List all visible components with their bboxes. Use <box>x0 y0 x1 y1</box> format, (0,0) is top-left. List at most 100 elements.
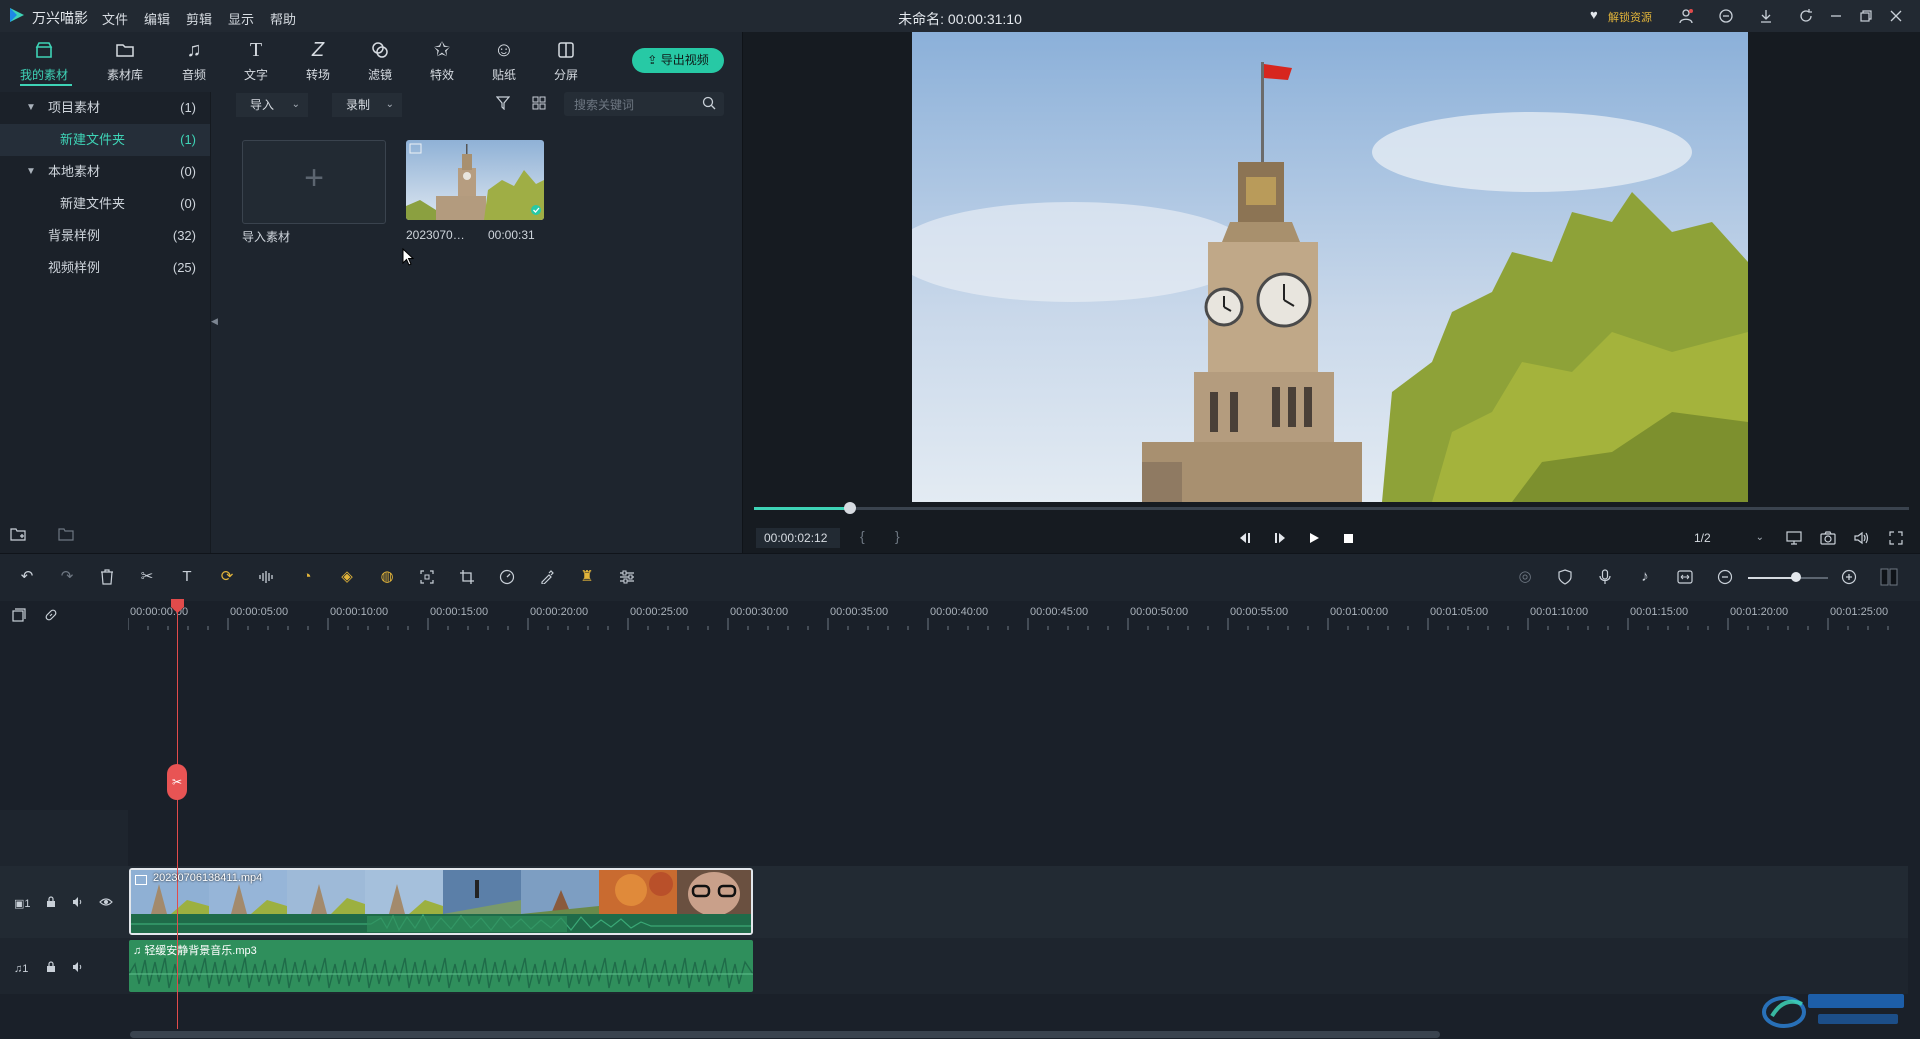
eye-icon[interactable] <box>99 896 113 911</box>
link-icon[interactable] <box>44 608 58 625</box>
tree-item-local-media[interactable]: ▼ 本地素材 (0) <box>0 156 210 188</box>
fit-timeline-icon[interactable] <box>1674 566 1696 588</box>
previous-frame-icon[interactable] <box>1235 528 1255 548</box>
unlock-resources-button[interactable]: ♥ 解锁资源 <box>1590 7 1664 25</box>
download-icon[interactable] <box>1756 6 1776 26</box>
cut-scissors-icon[interactable]: ✂ <box>136 566 158 588</box>
record-dropdown[interactable]: 录制 ⌄ <box>332 93 402 117</box>
playback-resolution-select[interactable]: 1/2 ⌄ <box>1694 528 1764 548</box>
tab-text[interactable]: T 文字 <box>226 36 286 83</box>
keyframe-icon[interactable]: ◈ <box>336 566 358 588</box>
redo-icon[interactable]: ↷ <box>56 566 78 588</box>
feedback-icon[interactable] <box>1716 6 1736 26</box>
tree-item-count: (32) <box>172 228 196 243</box>
next-frame-icon[interactable] <box>1270 528 1290 548</box>
lock-icon[interactable] <box>46 961 56 976</box>
play-icon[interactable] <box>1304 528 1324 548</box>
ruler-tick-label: 00:00:55:00 <box>1230 606 1289 618</box>
playhead-handle[interactable] <box>171 599 184 613</box>
mark-in-button[interactable]: { <box>860 528 865 544</box>
stop-icon[interactable] <box>1338 528 1358 548</box>
grid-view-icon[interactable] <box>532 96 546 113</box>
audio-mixer-icon[interactable]: ♪ <box>1634 566 1656 588</box>
speaker-icon[interactable] <box>72 896 84 911</box>
audio-clip[interactable]: ♫ 轻缓安静背景音乐.mp3 <box>129 940 753 992</box>
caret-down-icon[interactable]: ▼ <box>26 156 36 188</box>
color-palette-icon[interactable]: ◍ <box>376 566 398 588</box>
timeline-horizontal-scrollbar[interactable] <box>130 1031 1440 1038</box>
export-video-button[interactable]: ⇪ 导出视频 <box>632 48 724 73</box>
ruler-tick-label: 00:01:20:00 <box>1730 606 1789 618</box>
tab-transition[interactable]: Z 转场 <box>288 36 348 83</box>
fullscreen-icon[interactable] <box>1886 528 1906 548</box>
text-icon: T <box>249 39 263 61</box>
tree-item-background-samples[interactable]: 背景样例 (32) <box>0 220 210 252</box>
playhead-line[interactable] <box>177 601 178 1029</box>
zoom-out-icon[interactable] <box>1714 566 1736 588</box>
video-clip[interactable]: 20230706138411.mp4 <box>129 868 753 935</box>
folder-outline-icon[interactable] <box>58 527 74 541</box>
speaker-icon[interactable] <box>72 961 84 976</box>
preview-frame <box>912 32 1748 502</box>
caret-down-icon[interactable]: ▼ <box>26 92 36 124</box>
lock-icon[interactable] <box>46 896 56 911</box>
collapse-arrow-icon[interactable]: ◀ <box>211 316 218 327</box>
tree-item-new-folder-project[interactable]: 新建文件夹 (1) <box>0 124 210 156</box>
monitor-icon[interactable] <box>1784 528 1804 548</box>
audio-track-header: ♫1 <box>14 960 28 975</box>
undo-icon[interactable]: ↶ <box>16 566 38 588</box>
zoom-in-icon[interactable] <box>1838 566 1860 588</box>
minimize-icon[interactable] <box>1826 6 1846 26</box>
playhead-split-button[interactable]: ✂ <box>167 764 187 800</box>
preview-scrubber[interactable] <box>754 507 1909 510</box>
account-icon[interactable] <box>1676 6 1696 26</box>
tree-item-count: (0) <box>180 164 196 179</box>
tab-filter[interactable]: 滤镜 <box>350 36 410 83</box>
new-folder-icon[interactable] <box>10 527 26 541</box>
tree-item-video-samples[interactable]: 视频样例 (25) <box>0 252 210 284</box>
tab-stock[interactable]: 素材库 <box>95 36 155 83</box>
search-icon[interactable] <box>702 96 716 113</box>
speedometer-icon[interactable] <box>496 566 518 588</box>
restore-icon[interactable] <box>1856 6 1876 26</box>
adjust-settings-icon[interactable] <box>616 566 638 588</box>
render-preview-icon[interactable]: ◎ <box>1514 566 1536 588</box>
microphone-icon[interactable] <box>1594 566 1616 588</box>
import-label: 导入 <box>250 98 275 112</box>
auto-enhance-icon[interactable]: ◔ <box>296 566 318 588</box>
green-screen-icon[interactable]: ♜ <box>576 566 598 588</box>
audio-waveform-icon[interactable] <box>256 566 278 588</box>
import-dropdown[interactable]: 导入 ⌄ <box>236 93 308 117</box>
tab-audio[interactable]: ♫ 音频 <box>164 36 224 83</box>
speed-icon[interactable]: ⟳ <box>216 566 238 588</box>
tree-item-project-media[interactable]: ▼ 项目素材 (1) <box>0 92 210 124</box>
tab-my-media[interactable]: 我的素材 <box>14 36 74 83</box>
panel-layout-icon[interactable] <box>1878 566 1900 588</box>
import-media-tile[interactable]: + <box>242 140 386 224</box>
tab-effects[interactable]: ✩ 特效 <box>412 36 472 83</box>
tab-split-screen[interactable]: 分屏 <box>536 36 596 83</box>
audio-clip-name: 轻缓安静背景音乐.mp3 <box>144 945 257 957</box>
media-clip-thumbnail[interactable] <box>406 140 544 220</box>
search-input[interactable] <box>572 92 696 118</box>
close-icon[interactable] <box>1886 6 1906 26</box>
tab-sticker[interactable]: ☺ 贴纸 <box>474 36 534 83</box>
audio-clip-label: ♫ 轻缓安静背景音乐.mp3 <box>133 942 257 958</box>
color-picker-icon[interactable] <box>536 566 558 588</box>
volume-icon[interactable] <box>1852 528 1872 548</box>
text-add-icon[interactable]: T <box>176 566 198 588</box>
add-track-icon[interactable] <box>12 608 26 625</box>
delete-icon[interactable] <box>96 566 118 588</box>
snapshot-camera-icon[interactable] <box>1818 528 1838 548</box>
preview-scrubber-handle[interactable] <box>843 502 856 514</box>
crop-zoom-icon[interactable] <box>416 566 438 588</box>
box-icon <box>14 36 74 64</box>
tree-item-new-folder-local[interactable]: 新建文件夹 (0) <box>0 188 210 220</box>
filter-funnel-icon[interactable] <box>495 96 511 113</box>
refresh-icon[interactable] <box>1796 6 1816 26</box>
crop-icon[interactable] <box>456 566 478 588</box>
mark-out-button[interactable]: } <box>895 528 900 544</box>
marker-shield-icon[interactable] <box>1554 566 1576 588</box>
timeline-zoom-handle[interactable] <box>1791 572 1801 582</box>
ruler-tick-label: 00:00:50:00 <box>1130 606 1189 618</box>
